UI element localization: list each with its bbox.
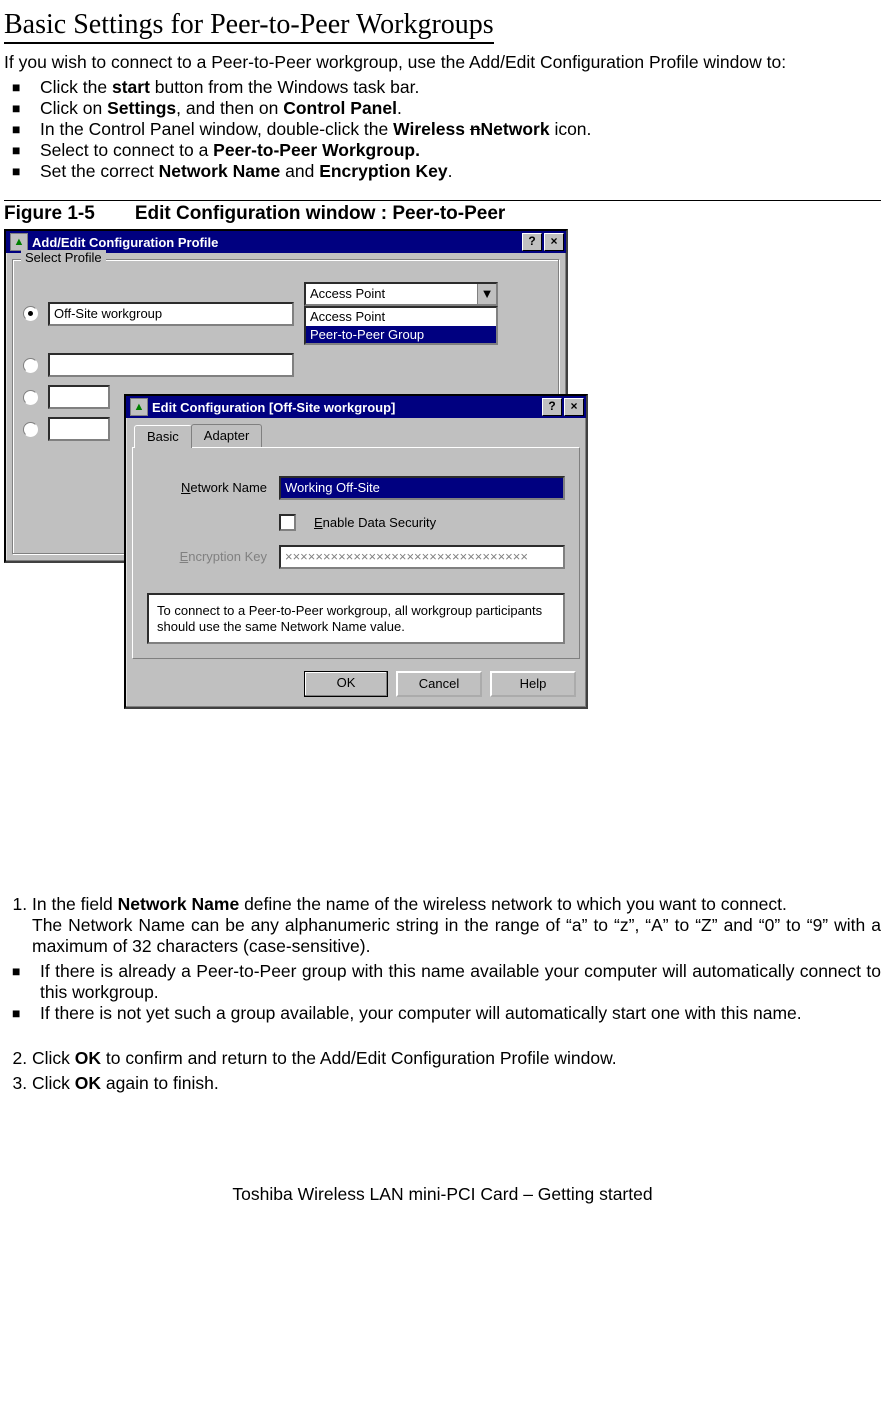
bullet-3: In the Control Panel window, double-clic… [4,119,881,140]
app-icon: ▲ [130,398,148,416]
encryption-key-label: Encryption Key [147,549,267,565]
profile-name-1[interactable]: Off-Site workgroup [48,302,294,326]
app-icon: ▲ [10,233,28,251]
screenshot-figure: ▲ Add/Edit Configuration Profile ? × Sel… [4,229,881,884]
tab-strip: Basic Adapter [134,424,586,447]
profile-name-2[interactable] [48,353,294,377]
radio-2[interactable] [23,358,38,373]
intro-text: If you wish to connect to a Peer-to-Peer… [4,52,881,73]
numbered-steps: In the field Network Name define the nam… [4,894,881,957]
groupbox-label: Select Profile [21,250,106,266]
tab-panel: Network Name Working Off-Site Enable Dat… [132,447,580,659]
numbered-steps-2: Click OK to confirm and return to the Ad… [4,1048,881,1094]
network-type-combo[interactable]: Access Point ▼ [304,282,498,306]
step-3: Click OK again to finish. [32,1073,881,1094]
help-button-icon[interactable]: ? [522,233,542,251]
radio-3[interactable] [23,390,38,405]
profile-name-3[interactable] [48,385,110,409]
bullet-4: Select to connect to a Peer-to-Peer Work… [4,140,881,161]
page-title: Basic Settings for Peer-to-Peer Workgrou… [4,8,494,44]
list-item: If there is already a Peer-to-Peer group… [4,961,881,1003]
figure-caption: Figure 1-5Edit Configuration window : Pe… [4,203,881,226]
list-item[interactable]: Peer-to-Peer Group [306,326,496,344]
window-title-1: Add/Edit Configuration Profile [32,235,218,251]
close-icon[interactable]: × [564,398,584,416]
encryption-key-input[interactable]: ×××××××××××××××××××××××××××××××× [279,545,565,569]
enable-security-checkbox[interactable] [279,514,296,531]
step-1: In the field Network Name define the nam… [32,894,881,957]
titlebar-2: ▲ Edit Configuration [Off-Site workgroup… [126,396,586,418]
radio-4[interactable] [23,422,38,437]
bullet-2: Click on Settings, and then on Control P… [4,98,881,119]
help-button[interactable]: Help [490,671,576,697]
cancel-button[interactable]: Cancel [396,671,482,697]
instruction-bullets: Click the start button from the Windows … [4,77,881,182]
profile-row-1: Off-Site workgroup Access Point ▼ Access… [23,282,549,345]
profile-name-4[interactable] [48,417,110,441]
page-footer: Toshiba Wireless LAN mini-PCI Card – Get… [4,1184,881,1205]
close-icon[interactable]: × [544,233,564,251]
network-name-label: Network Name [147,480,267,496]
list-item[interactable]: Access Point [306,308,496,326]
network-type-list[interactable]: Access Point Peer-to-Peer Group [304,306,498,345]
tab-adapter[interactable]: Adapter [191,424,263,447]
help-text-box: To connect to a Peer-to-Peer workgroup, … [147,593,565,644]
divider [4,200,881,201]
radio-1[interactable] [23,306,38,321]
network-name-input[interactable]: Working Off-Site [279,476,565,500]
help-button-icon[interactable]: ? [542,398,562,416]
ok-button[interactable]: OK [304,671,388,697]
step-2: Click OK to confirm and return to the Ad… [32,1048,881,1069]
edit-configuration-window: ▲ Edit Configuration [Off-Site workgroup… [124,394,588,708]
list-item: If there is not yet such a group availab… [4,1003,881,1024]
step-1-bullets: If there is already a Peer-to-Peer group… [4,961,881,1024]
bullet-5: Set the correct Network Name and Encrypt… [4,161,881,182]
window-title-2: Edit Configuration [Off-Site workgroup] [152,400,395,416]
profile-row-2 [23,353,549,377]
enable-security-label: Enable Data Security [314,515,436,531]
tab-basic[interactable]: Basic [134,425,192,448]
bullet-1: Click the start button from the Windows … [4,77,881,98]
chevron-down-icon[interactable]: ▼ [477,284,496,304]
